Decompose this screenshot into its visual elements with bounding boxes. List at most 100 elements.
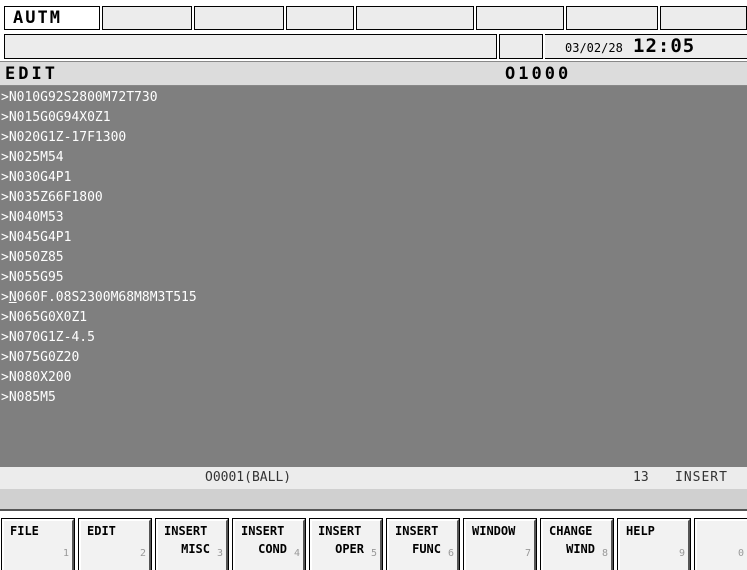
message-field [4,34,497,59]
line-marker: > [1,170,9,185]
line-marker: > [1,310,9,325]
tab-empty-1[interactable] [102,6,192,30]
line-marker: > [1,270,9,285]
tab-empty-6[interactable] [566,6,658,30]
program-line[interactable]: >N035Z66F1800 [0,188,747,208]
softkey-label: WINDOW [472,524,516,538]
block-text: N035Z66F1800 [8,190,103,205]
key-input-line[interactable] [0,489,747,509]
line-marker: > [1,130,9,145]
status-line-count: 13 [633,470,649,485]
softkey-label: INSERT [395,524,439,538]
block-text: 060F.08S2300M68M8M3T515 [16,290,197,305]
text-cursor: N [8,290,17,305]
line-marker: > [1,350,9,365]
softkey-file[interactable]: FILE 1 [1,518,75,570]
edit-title-bar: EDIT O1000 [0,61,747,86]
softkey-label: INSERT [164,524,208,538]
block-text: N075G0Z20 [8,350,80,365]
program-line[interactable]: >N025M54 [0,148,747,168]
line-marker: > [1,190,9,205]
program-line-current[interactable]: >N060F.08S2300M68M8M3T515 [0,288,747,308]
block-text: N050Z85 [8,250,64,265]
indicator-box [499,34,543,59]
softkey-label: CHANGE [549,524,593,538]
program-editor[interactable]: >N010G92S2800M72T730 >N015G0G94X0Z1 >N02… [0,86,747,467]
tab-empty-5[interactable] [476,6,564,30]
info-bar: 03/02/28 12:05 [0,34,747,61]
program-line[interactable]: >N050Z85 [0,248,747,268]
line-marker: > [1,250,9,265]
softkey-insert-func[interactable]: INSERT FUNC 6 [386,518,460,570]
softkey-number: 6 [447,548,454,559]
softkey-number: 2 [139,548,146,559]
line-marker: > [1,150,9,165]
program-line[interactable]: >N085M5 [0,388,747,408]
line-marker: > [1,210,9,225]
block-text: N020G1Z-17F1300 [8,130,127,145]
block-text: N010G92S2800M72T730 [8,90,158,105]
tab-empty-4[interactable] [356,6,474,30]
softkey-window[interactable]: WINDOW 7 [463,518,537,570]
program-line[interactable]: >N020G1Z-17F1300 [0,128,747,148]
block-text: N055G95 [8,270,64,285]
softkey-edit[interactable]: EDIT 2 [78,518,152,570]
tab-empty-3[interactable] [286,6,354,30]
tab-autm-label: AUTM [13,8,62,28]
softkey-number: 4 [293,548,300,559]
block-text: N045G4P1 [8,230,72,245]
block-text: N040M53 [8,210,64,225]
line-marker: > [1,90,9,105]
softkey-number: 1 [62,548,69,559]
tab-autm[interactable]: AUTM [4,6,100,30]
tab-empty-7[interactable] [660,6,747,30]
block-text: N065G0X0Z1 [8,310,88,325]
block-text: N015G0G94X0Z1 [8,110,111,125]
program-number: O1000 [505,64,572,84]
program-line[interactable]: >N030G4P1 [0,168,747,188]
softkey-label: INSERT [241,524,285,538]
softkey-sublabel: OPER [335,542,364,556]
softkey-sublabel: COND [258,542,287,556]
softkey-label: HELP [626,524,655,538]
program-line[interactable]: >N075G0Z20 [0,348,747,368]
program-line[interactable]: >N070G1Z-4.5 [0,328,747,348]
softkey-label: EDIT [87,524,116,538]
time-text: 12:05 [633,35,696,57]
softkey-insert-oper[interactable]: INSERT OPER 5 [309,518,383,570]
softkey-insert-misc[interactable]: INSERT MISC 3 [155,518,229,570]
line-marker: > [1,110,9,125]
block-text: N070G1Z-4.5 [8,330,95,345]
softkey-sublabel: WIND [566,542,595,556]
mode-title: EDIT [5,64,58,84]
block-text: N080X200 [8,370,72,385]
program-line[interactable]: >N015G0G94X0Z1 [0,108,747,128]
softkey-number: 8 [601,548,608,559]
mode-tab-bar: AUTM [0,0,747,34]
softkey-change-wind[interactable]: CHANGE WIND 8 [540,518,614,570]
status-bar: O0001(BALL) 13 INSERT [0,467,747,489]
program-line[interactable]: >N040M53 [0,208,747,228]
line-marker: > [1,230,9,245]
block-text: N025M54 [8,150,64,165]
softkey-number: 3 [216,548,223,559]
program-line[interactable]: >N055G95 [0,268,747,288]
block-text: N085M5 [8,390,56,405]
softkey-number: 7 [524,548,531,559]
program-line[interactable]: >N045G4P1 [0,228,747,248]
softkey-number: 9 [678,548,685,559]
softkey-number: 5 [370,548,377,559]
program-line[interactable]: >N080X200 [0,368,747,388]
program-line[interactable]: >N010G92S2800M72T730 [0,88,747,108]
softkey-empty[interactable]: 0 [694,518,747,570]
tab-empty-2[interactable] [194,6,284,30]
block-text: N030G4P1 [8,170,72,185]
softkey-label: INSERT [318,524,362,538]
line-marker: > [1,290,9,305]
softkey-insert-cond[interactable]: INSERT COND 4 [232,518,306,570]
program-line[interactable]: >N065G0X0Z1 [0,308,747,328]
line-marker: > [1,390,9,405]
softkey-help[interactable]: HELP 9 [617,518,691,570]
status-program-name: O0001(BALL) [205,470,292,485]
clock-display: 03/02/28 12:05 [545,34,747,59]
